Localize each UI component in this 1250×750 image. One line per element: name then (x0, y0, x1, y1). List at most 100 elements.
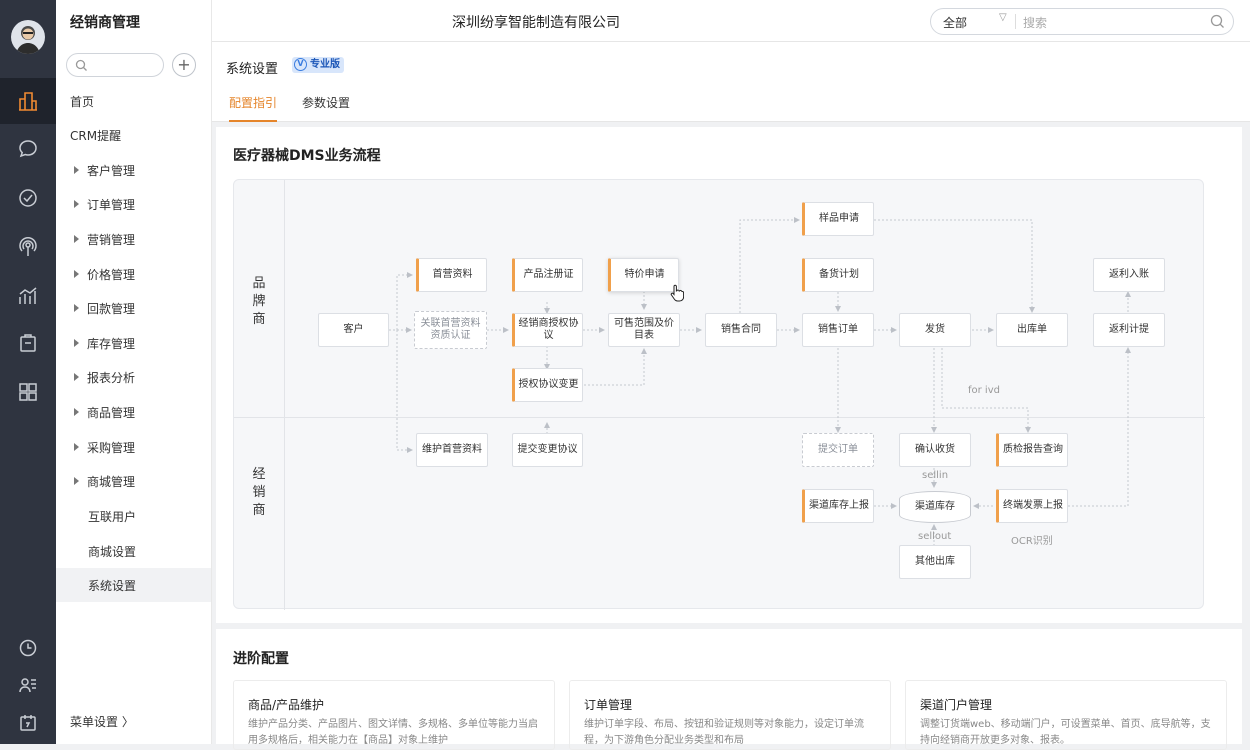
expand-arrow-icon (74, 235, 79, 243)
flow-connectors (389, 217, 1131, 550)
config-card-title: 订单管理 (584, 698, 633, 712)
node-submit-order[interactable]: 提交订单 (802, 433, 874, 467)
sidebar-search-input[interactable] (66, 53, 164, 77)
node-rebate-accrual[interactable]: 返利计提 (1093, 313, 1165, 347)
expand-arrow-icon (74, 443, 79, 451)
node-stock-plan[interactable]: 备货计划 (802, 258, 874, 292)
node-maintain-first-camp[interactable]: 维护首营资料 (416, 433, 488, 467)
chart-icon[interactable] (0, 273, 56, 319)
expand-arrow-icon (74, 200, 79, 208)
config-card-order[interactable]: 订单管理 维护订单字段、布局、按钮和验证规则等对象能力，设定订单流程，为下游角色… (569, 680, 891, 750)
config-card-portal[interactable]: 渠道门户管理 调整订货端web、移动端门户，可设置菜单、首页、底导航等，支持向经… (905, 680, 1227, 750)
config-card-title: 商品/产品维护 (248, 698, 325, 712)
expand-arrow-icon (74, 408, 79, 416)
label-for-ivd: for ivd (966, 385, 1002, 396)
sidebar-item-mall[interactable]: 商城管理 (56, 464, 211, 498)
sidebar-item-purchasing[interactable]: 采购管理 (56, 430, 211, 464)
sidebar-item-inventory[interactable]: 库存管理 (56, 326, 211, 360)
config-card-product[interactable]: 商品/产品维护 维护产品分类、产品图片、图文详情、多规格、多单位等能力当启用多规… (233, 680, 555, 750)
global-search[interactable]: 全部 ▽ 搜索 (930, 8, 1234, 35)
config-card-desc: 维护订单字段、布局、按钮和验证规则等对象能力，设定订单流程，为下游角色分配业务类… (584, 719, 864, 746)
node-link-qualification[interactable]: 关联首营资料资质认证 (414, 311, 487, 349)
sidebar-item-order[interactable]: 订单管理 (56, 187, 211, 221)
search-icon[interactable] (1210, 14, 1225, 29)
sidebar-item-system-settings[interactable]: 系统设置 (56, 568, 211, 602)
node-channel-stock-report[interactable]: 渠道库存上报 (802, 489, 874, 523)
sidebar-item-label: 客户管理 (87, 163, 136, 178)
sidebar-item-crm-reminder[interactable]: CRM提醒 (56, 118, 211, 152)
config-card-title: 渠道门户管理 (920, 698, 993, 712)
chat-icon[interactable] (0, 126, 56, 172)
sidebar-item-label: 互联用户 (88, 509, 137, 524)
tab-config-guide[interactable]: 配置指引 (229, 94, 278, 122)
node-terminal-invoice[interactable]: 终端发票上报 (996, 489, 1068, 523)
page-title: 系统设置 (226, 62, 279, 77)
tab-parameter-settings[interactable]: 参数设置 (302, 94, 350, 122)
node-sale-scope[interactable]: 可售范围及价目表 (608, 313, 680, 347)
node-agreement-change[interactable]: 授权协议变更 (512, 368, 583, 402)
chevron-down-icon[interactable]: ▽ (999, 12, 1007, 23)
sidebar-item-label: 回款管理 (87, 301, 136, 316)
node-submit-change[interactable]: 提交变更协议 (512, 433, 583, 467)
sidebar-item-home[interactable]: 首页 (56, 84, 211, 118)
flow-card: 医疗器械DMS业务流程 品牌商 经销商 客户 首营资料 关联首营资料资质认证 产… (216, 127, 1242, 623)
node-rebate-entry[interactable]: 返利入账 (1093, 258, 1165, 292)
label-ocr: OCR识别 (1011, 536, 1053, 547)
apps-grid-icon[interactable] (0, 369, 56, 415)
node-special-price[interactable]: 特价申请 (608, 258, 679, 292)
sidebar-item-price[interactable]: 价格管理 (56, 257, 211, 291)
config-card-desc: 维护产品分类、产品图片、图文详情、多规格、多单位等能力当启用多规格后，相关能力在… (248, 719, 538, 746)
sidebar-item-customer[interactable]: 客户管理 (56, 153, 211, 187)
node-confirm-receipt[interactable]: 确认收货 (899, 433, 971, 467)
search-input[interactable]: 搜索 (1023, 14, 1047, 31)
sidebar-item-mall-settings[interactable]: 商城设置 (56, 534, 211, 568)
building-icon[interactable] (0, 78, 56, 124)
sidebar-item-label: 首页 (70, 94, 95, 109)
node-dealer-agreement[interactable]: 经销商授权协议 (512, 313, 583, 347)
clipboard-icon[interactable] (0, 320, 56, 366)
node-sales-contract[interactable]: 销售合同 (705, 313, 777, 347)
app-title: 经销商管理 (70, 15, 140, 31)
node-delivery[interactable]: 发货 (899, 313, 971, 347)
node-customer[interactable]: 客户 (318, 313, 389, 347)
avatar[interactable] (11, 20, 45, 54)
hand-cursor-icon (670, 284, 684, 302)
config-card-desc: 调整订货端web、移动端门户，可设置菜单、首页、底导航等，支持向经销商开放更多对… (920, 719, 1211, 746)
search-icon (75, 59, 87, 71)
v-icon: V (294, 58, 307, 71)
sidebar-item-label: 商品管理 (87, 405, 136, 420)
check-circle-icon[interactable] (0, 175, 56, 221)
sidebar-item-payment[interactable]: 回款管理 (56, 291, 211, 325)
calendar-icon[interactable] (0, 700, 56, 746)
expand-arrow-icon (74, 166, 79, 174)
expand-arrow-icon (74, 373, 79, 381)
badge-label: 专业版 (310, 59, 340, 70)
sidebar-item-label: 库存管理 (87, 336, 136, 351)
node-first-camp[interactable]: 首营资料 (416, 258, 487, 292)
sidebar-item-reports[interactable]: 报表分析 (56, 360, 211, 394)
node-sales-order[interactable]: 销售订单 (802, 313, 874, 347)
sidebar-item-marketing[interactable]: 营销管理 (56, 222, 211, 256)
menu-settings-link[interactable]: 菜单设置 〉 (70, 713, 134, 730)
broadcast-icon[interactable] (0, 224, 56, 270)
node-qc-report[interactable]: 质检报告查询 (996, 433, 1068, 467)
node-sample-request[interactable]: 样品申请 (802, 202, 874, 236)
advanced-title: 进阶配置 (233, 651, 289, 667)
expand-arrow-icon (74, 339, 79, 347)
icon-rail (0, 0, 56, 744)
sidebar-item-products[interactable]: 商品管理 (56, 395, 211, 429)
sidebar-item-linked-users[interactable]: 互联用户 (56, 499, 211, 533)
node-channel-stock[interactable]: 渠道库存 (899, 491, 971, 523)
label-sellout: sellout (918, 531, 952, 542)
sidebar-item-label: 商城管理 (87, 474, 136, 489)
sidebar-item-label: 营销管理 (87, 232, 136, 247)
sidebar: 经销商管理 + 首页 CRM提醒 客户管理 订单管理 营销管理 价格管理 回款管… (56, 0, 212, 744)
node-outbound[interactable]: 出库单 (996, 313, 1068, 347)
sidebar-item-label: 价格管理 (87, 267, 136, 282)
node-other-outbound[interactable]: 其他出库 (899, 545, 971, 579)
add-menu-button[interactable]: + (172, 53, 196, 77)
node-product-registration[interactable]: 产品注册证 (512, 258, 583, 292)
edition-badge: V 专业版 (292, 57, 344, 73)
expand-arrow-icon (74, 270, 79, 278)
search-scope-select[interactable]: 全部 (943, 14, 967, 31)
